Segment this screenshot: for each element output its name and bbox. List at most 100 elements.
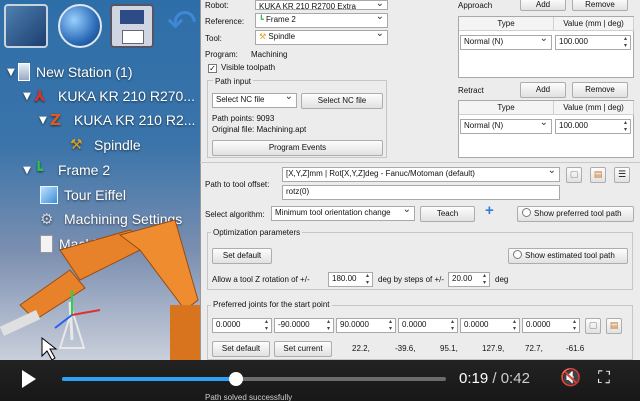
visible-toolpath-label: Visible toolpath bbox=[221, 63, 276, 72]
path-input-type-select[interactable]: Select NC file bbox=[212, 93, 297, 108]
joint-6-value: 0.0000 bbox=[526, 320, 551, 329]
robot-wrist bbox=[19, 269, 86, 321]
steps-text: deg by steps of +/- bbox=[378, 275, 445, 284]
approach-type-value: Normal (N) bbox=[464, 37, 504, 46]
retract-col-type: Type bbox=[459, 101, 554, 115]
joint-readout-3: 95.1, bbox=[440, 344, 458, 353]
retract-type-select[interactable]: Normal (N) bbox=[460, 119, 552, 134]
offset-copy-icon[interactable]: ▢ bbox=[566, 167, 582, 183]
show-preferred-toolpath-button[interactable]: Show preferred tool path bbox=[517, 206, 634, 222]
frame-icon: ┗ bbox=[34, 161, 44, 179]
offset-format-select[interactable]: [X,Y,Z]mm | Rot[X,Y,Z]deg - Fanuc/Motoma… bbox=[282, 167, 560, 182]
fullscreen-icon[interactable]: ⛶ bbox=[598, 368, 610, 388]
offset-format-value: [X,Y,Z]mm | Rot[X,Y,Z]deg - Fanuc/Motoma… bbox=[286, 169, 475, 178]
show-estimated-toolpath-button[interactable]: Show estimated tool path bbox=[508, 248, 628, 264]
joint-1-input[interactable]: 0.0000 bbox=[212, 318, 272, 333]
duration-time: 0:42 bbox=[500, 370, 530, 387]
collapse-arrow-icon[interactable]: ▼ bbox=[4, 67, 18, 78]
program-events-button[interactable]: Program Events bbox=[212, 140, 383, 156]
tree-item-station[interactable]: ▼ New Station (1) bbox=[4, 61, 132, 83]
collapse-arrow-icon[interactable]: ▼ bbox=[36, 115, 50, 126]
radio-icon bbox=[522, 208, 531, 217]
tree-item-label: Frame 2 bbox=[58, 162, 111, 178]
robot-model[interactable] bbox=[0, 210, 200, 360]
path-points-text: Path points: 9093 bbox=[212, 114, 275, 123]
mute-icon[interactable]: 🔇 bbox=[560, 368, 581, 388]
steps-input[interactable]: 20.00 bbox=[448, 272, 490, 287]
joint-4-input[interactable]: 0.0000 bbox=[398, 318, 458, 333]
seek-bar-progress bbox=[62, 377, 236, 381]
collapse-arrow-icon[interactable]: ▼ bbox=[20, 91, 34, 102]
select-algorithm-label: Select algorithm: bbox=[205, 210, 265, 219]
set-default-button[interactable]: Set default bbox=[212, 248, 272, 264]
tree-item-label: New Station (1) bbox=[36, 64, 133, 80]
show-estimated-label: Show estimated tool path bbox=[525, 251, 615, 260]
joints-paste-icon[interactable]: ▤ bbox=[606, 318, 622, 334]
joint-readout-2: -39.6, bbox=[395, 344, 416, 353]
tool-select[interactable]: ⚒ Spindle bbox=[255, 30, 388, 45]
offset-value-input[interactable]: rotz(0) bbox=[282, 185, 560, 200]
new-station-icon[interactable] bbox=[4, 4, 48, 48]
joints-copy-icon[interactable]: ▢ bbox=[585, 318, 601, 334]
station-icon bbox=[18, 63, 30, 81]
reference-select[interactable]: ┗ Frame 2 bbox=[255, 13, 388, 28]
select-nc-file-button[interactable]: Select NC file bbox=[301, 93, 383, 109]
save-icon[interactable] bbox=[110, 4, 154, 48]
seek-bar[interactable] bbox=[62, 372, 446, 386]
time-separator: / bbox=[492, 370, 497, 387]
robot-select[interactable]: KUKA KR 210 R2700 Extra bbox=[255, 0, 388, 10]
retract-table[interactable]: Type Value (mm | deg) Normal (N) 100.000 bbox=[458, 100, 634, 158]
tool-label: Tool: bbox=[205, 34, 222, 43]
path-to-tool-offset-label: Path to tool offset: bbox=[205, 180, 270, 189]
undo-icon[interactable]: ↶ bbox=[160, 4, 200, 48]
approach-remove-button[interactable]: Remove bbox=[572, 0, 628, 11]
tree-item-spindle[interactable]: ⚒ Spindle bbox=[70, 134, 141, 156]
joint-readout-1: 22.2, bbox=[352, 344, 370, 353]
robot-label: Robot: bbox=[205, 1, 229, 10]
tree-item-frame[interactable]: ▼ ┗ Frame 2 bbox=[20, 159, 110, 181]
play-icon[interactable] bbox=[22, 370, 36, 388]
teach-button[interactable]: Teach bbox=[420, 206, 475, 222]
offset-value: rotz(0) bbox=[286, 187, 310, 196]
retract-value-input[interactable]: 100.000 bbox=[555, 119, 631, 134]
approach-add-button[interactable]: Add bbox=[520, 0, 566, 11]
rotation-input[interactable]: 180.00 bbox=[328, 272, 373, 287]
tree-item-tool-robot[interactable]: ▼ Z KUKA KR 210 R2... bbox=[36, 109, 195, 131]
approach-value-input[interactable]: 100.000 bbox=[555, 35, 631, 50]
steps-value: 20.00 bbox=[452, 274, 473, 283]
approach-table[interactable]: Type Value (mm | deg) Normal (N) 100.000 bbox=[458, 16, 634, 78]
collapse-arrow-icon[interactable]: ▼ bbox=[20, 165, 34, 176]
algorithm-select[interactable]: Minimum tool orientation change bbox=[271, 206, 415, 221]
joint-5-input[interactable]: 0.0000 bbox=[460, 318, 520, 333]
approach-type-select[interactable]: Normal (N) bbox=[460, 35, 552, 50]
tree-item-object[interactable]: Tour Eiffel bbox=[40, 184, 126, 206]
robot-base bbox=[170, 305, 200, 360]
mouse-cursor-icon bbox=[41, 336, 58, 360]
frame-axis-x-icon bbox=[71, 309, 101, 316]
approach-col-type: Type bbox=[459, 17, 554, 31]
show-preferred-label: Show preferred tool path bbox=[534, 209, 622, 218]
retract-type-value: Normal (N) bbox=[464, 121, 504, 130]
retract-add-button[interactable]: Add bbox=[520, 82, 566, 98]
joint-3-input[interactable]: 90.0000 bbox=[336, 318, 396, 333]
joint-4-value: 0.0000 bbox=[402, 320, 427, 329]
station-viewport[interactable]: ↶ ▼ New Station (1) ▼ ⅄ KUKA KR 210 R270… bbox=[0, 0, 200, 360]
joint-5-value: 0.0000 bbox=[464, 320, 489, 329]
set-default-joints-button[interactable]: Set default bbox=[212, 341, 270, 357]
joint-6-input[interactable]: 0.0000 bbox=[522, 318, 580, 333]
preferred-joints-title: Preferred joints for the start point bbox=[211, 300, 332, 309]
globe-icon[interactable] bbox=[58, 4, 102, 48]
joint-2-value: -90.0000 bbox=[278, 320, 310, 329]
offset-paste-icon[interactable]: ▤ bbox=[590, 167, 606, 183]
offset-menu-icon[interactable]: ☰ bbox=[614, 167, 630, 183]
reference-select-value: Frame 2 bbox=[266, 15, 296, 24]
retract-remove-button[interactable]: Remove bbox=[572, 82, 628, 98]
joint-2-input[interactable]: -90.0000 bbox=[274, 318, 334, 333]
set-current-joints-button[interactable]: Set current bbox=[274, 341, 332, 357]
tree-item-label: KUKA KR 210 R2... bbox=[74, 112, 196, 128]
visible-toolpath-checkbox[interactable]: ✓ bbox=[208, 64, 217, 73]
seek-bar-thumb[interactable] bbox=[228, 372, 243, 386]
original-file-text: Original file: Machining.apt bbox=[212, 125, 307, 134]
add-plus-icon[interactable]: + bbox=[485, 202, 494, 219]
tree-item-robot[interactable]: ▼ ⅄ KUKA KR 210 R270... bbox=[20, 85, 195, 107]
